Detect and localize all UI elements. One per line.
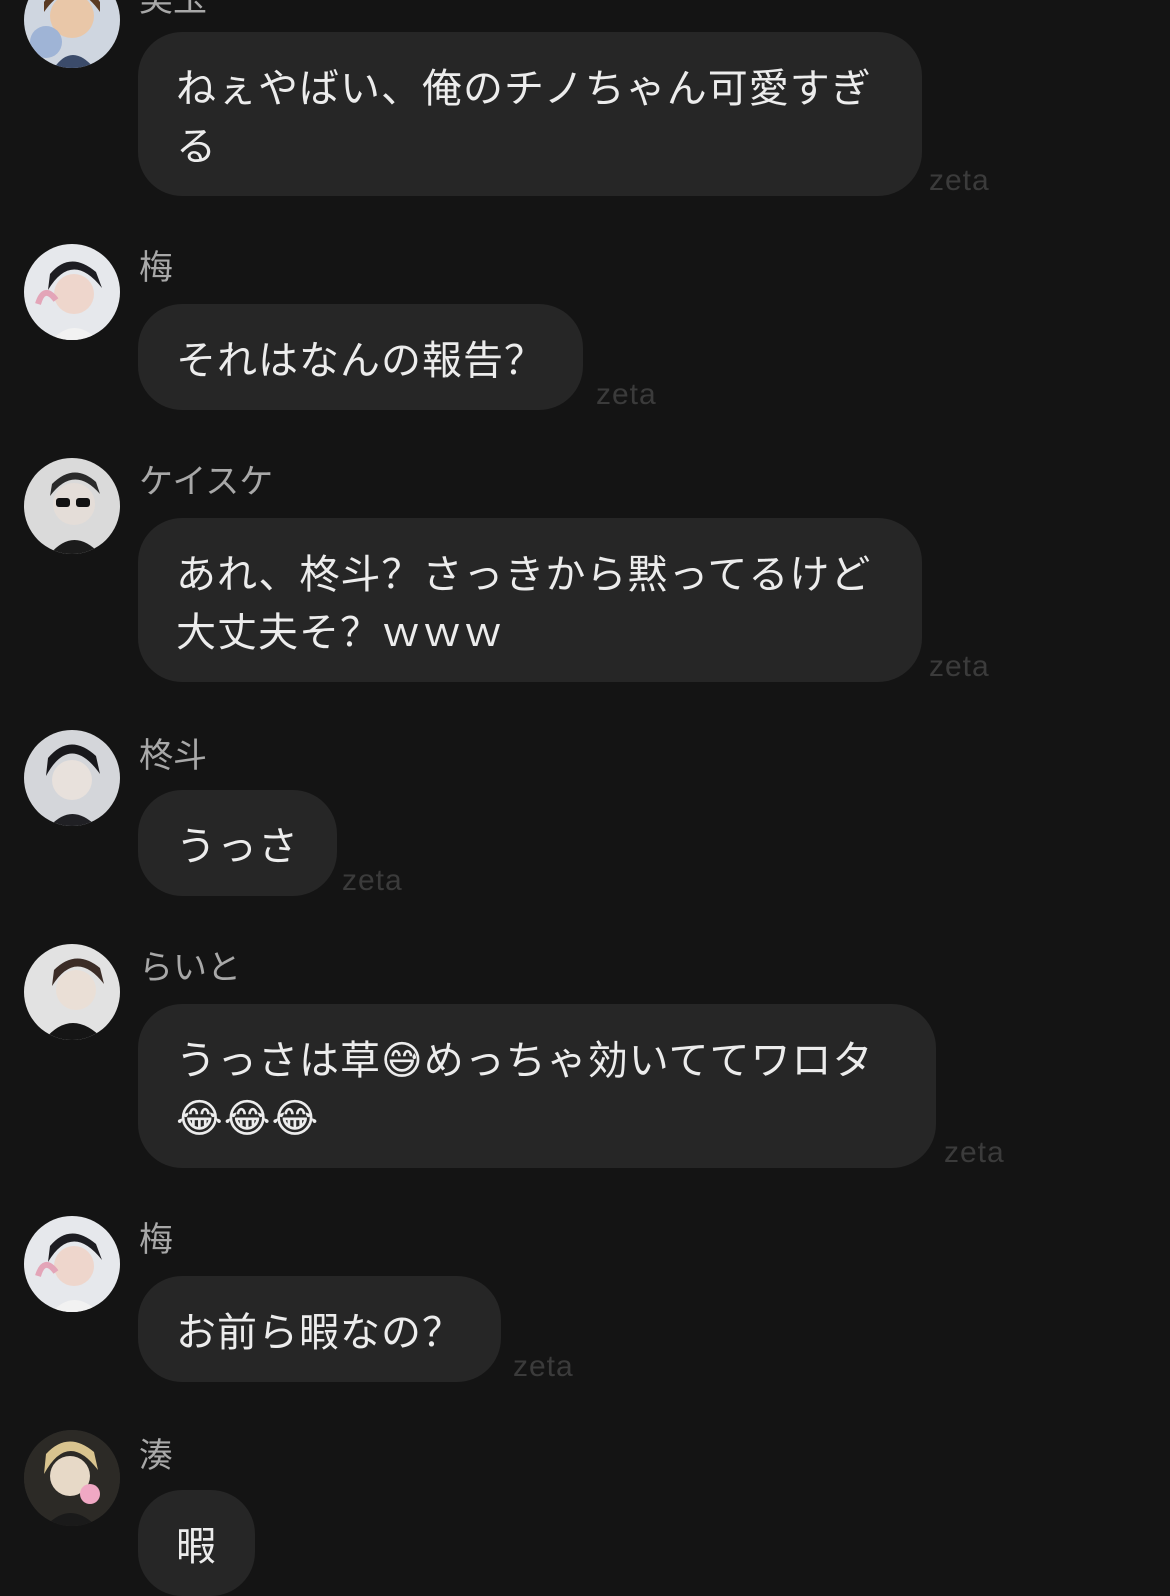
avatar-shuto-icon — [24, 730, 120, 826]
message-bubble[interactable]: お前ら暇なの？ — [138, 1276, 501, 1382]
avatar[interactable] — [24, 458, 120, 554]
sender-name: 美玉 — [139, 0, 207, 20]
watermark: zeta — [929, 650, 990, 683]
sender-name: ケイスケ — [139, 462, 274, 502]
avatar[interactable] — [24, 244, 120, 340]
message-bubble[interactable]: あれ、柊斗？さっきから黙ってるけど大丈夫そ？ｗｗｗ — [138, 518, 922, 682]
sender-name: 梅 — [139, 1220, 173, 1260]
message-bubble[interactable]: うっさ — [138, 790, 337, 896]
watermark: zeta — [513, 1350, 574, 1383]
message-bubble[interactable]: それはなんの報告？ — [138, 304, 583, 410]
avatar-raito-icon — [24, 944, 120, 1040]
sender-name: 湊 — [139, 1436, 173, 1476]
watermark: zeta — [342, 864, 403, 897]
avatar-minato-icon — [24, 1430, 120, 1526]
message-bubble[interactable]: 暇 — [138, 1490, 255, 1596]
watermark: zeta — [929, 164, 990, 197]
message-bubble[interactable]: うっさは草😅めっちゃ効いててワロタ😂😂😂 — [138, 1004, 936, 1168]
sender-name: 梅 — [139, 248, 173, 288]
avatar-keisuke-icon — [24, 458, 120, 554]
avatar[interactable] — [24, 1216, 120, 1312]
avatar-ume-icon — [24, 1216, 120, 1312]
sender-name: らいと — [139, 948, 241, 988]
avatar[interactable] — [24, 944, 120, 1040]
avatar-ume-icon — [24, 244, 120, 340]
watermark: zeta — [596, 378, 657, 411]
avatar[interactable] — [24, 1430, 120, 1526]
avatar[interactable] — [24, 730, 120, 826]
avatar-miyu-icon — [24, 0, 120, 68]
avatar[interactable] — [24, 0, 120, 68]
watermark: zeta — [944, 1136, 1005, 1169]
message-bubble[interactable]: ねぇやばい、俺のチノちゃん可愛すぎる — [138, 32, 922, 196]
sender-name: 柊斗 — [139, 736, 207, 776]
